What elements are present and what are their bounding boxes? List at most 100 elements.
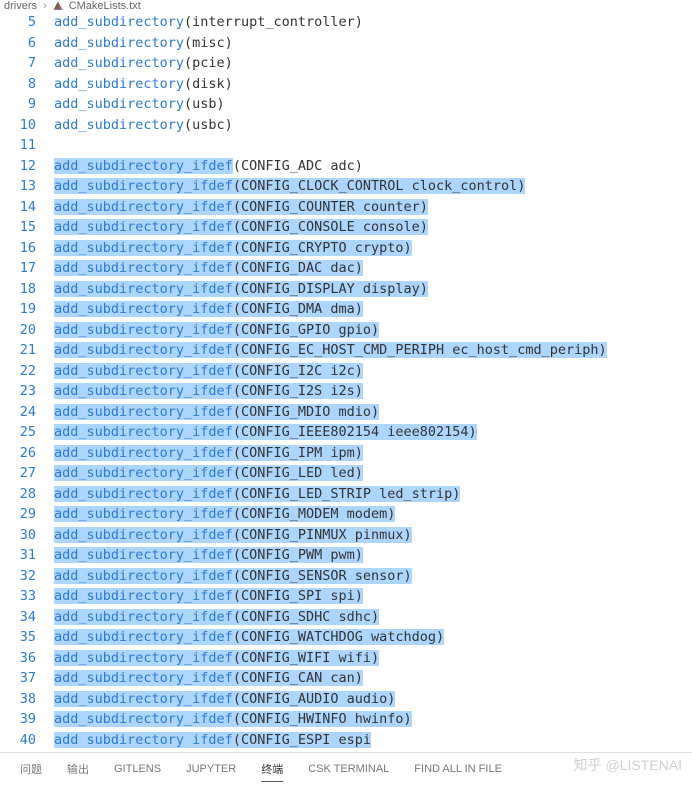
line-number: 39	[0, 711, 54, 727]
panel-tab[interactable]: JUPYTER	[176, 757, 246, 781]
line-number: 5	[0, 14, 54, 30]
code-args: (CONFIG_DMA dma)	[233, 301, 363, 317]
code-line[interactable]: 31add_subdirectory_ifdef(CONFIG_PWM pwm)	[0, 545, 692, 566]
code-line[interactable]: 28add_subdirectory_ifdef(CONFIG_LED_STRI…	[0, 484, 692, 505]
code-line[interactable]: 38add_subdirectory_ifdef(CONFIG_AUDIO au…	[0, 689, 692, 710]
code-content[interactable]: add_subdirectory_ifdef(CONFIG_CLOCK_CONT…	[54, 178, 692, 194]
code-line[interactable]: 33add_subdirectory_ifdef(CONFIG_SPI spi)	[0, 586, 692, 607]
code-line[interactable]: 8add_subdirectory(disk)	[0, 74, 692, 95]
code-content[interactable]: add_subdirectory_ifdef(CONFIG_DMA dma)	[54, 301, 692, 317]
code-line[interactable]: 11	[0, 135, 692, 156]
code-line[interactable]: 30add_subdirectory_ifdef(CONFIG_PINMUX p…	[0, 525, 692, 546]
code-line[interactable]: 18add_subdirectory_ifdef(CONFIG_DISPLAY …	[0, 279, 692, 300]
code-content[interactable]: add_subdirectory_ifdef(CONFIG_CRYPTO cry…	[54, 240, 692, 256]
code-line[interactable]: 40add subdirectory ifdef(CONFIG_ESPI esp…	[0, 730, 692, 751]
panel-tab[interactable]: FIND ALL IN FILE	[404, 757, 512, 781]
code-content[interactable]: add_subdirectory_ifdef(CONFIG_HWINFO hwi…	[54, 711, 692, 727]
breadcrumb-folder[interactable]: drivers	[4, 0, 37, 12]
code-line[interactable]: 9add_subdirectory(usb)	[0, 94, 692, 115]
code-line[interactable]: 23add_subdirectory_ifdef(CONFIG_I2S i2s)	[0, 381, 692, 402]
code-content[interactable]: add_subdirectory_ifdef(CONFIG_MDIO mdio)	[54, 404, 692, 420]
code-line[interactable]: 26add_subdirectory_ifdef(CONFIG_IPM ipm)	[0, 443, 692, 464]
line-number: 9	[0, 96, 54, 112]
code-line[interactable]: 34add_subdirectory_ifdef(CONFIG_SDHC sdh…	[0, 607, 692, 628]
code-line[interactable]: 5add_subdirectory(interrupt_controller)	[0, 12, 692, 33]
code-editor[interactable]: 5add_subdirectory(interrupt_controller)6…	[0, 12, 692, 750]
code-line[interactable]: 25add_subdirectory_ifdef(CONFIG_IEEE8021…	[0, 422, 692, 443]
code-line[interactable]: 19add_subdirectory_ifdef(CONFIG_DMA dma)	[0, 299, 692, 320]
line-number: 37	[0, 670, 54, 686]
code-args: (CONFIG_PINMUX pinmux)	[233, 527, 412, 543]
code-content[interactable]: add_subdirectory(usb)	[54, 96, 692, 112]
code-content[interactable]: add_subdirectory_ifdef(CONFIG_PWM pwm)	[54, 547, 692, 563]
code-line[interactable]: 24add_subdirectory_ifdef(CONFIG_MDIO mdi…	[0, 402, 692, 423]
code-content[interactable]: add_subdirectory_ifdef(CONFIG_I2C i2c)	[54, 363, 692, 379]
code-line[interactable]: 6add_subdirectory(misc)	[0, 33, 692, 54]
code-line[interactable]: 22add_subdirectory_ifdef(CONFIG_I2C i2c)	[0, 361, 692, 382]
code-content[interactable]: add_subdirectory_ifdef(CONFIG_LED led)	[54, 465, 692, 481]
code-content[interactable]: add_subdirectory_ifdef(CONFIG_SDHC sdhc)	[54, 609, 692, 625]
code-content[interactable]: add_subdirectory_ifdef(CONFIG_CAN can)	[54, 670, 692, 686]
code-line[interactable]: 37add_subdirectory_ifdef(CONFIG_CAN can)	[0, 668, 692, 689]
code-content[interactable]: add_subdirectory_ifdef(CONFIG_SENSOR sen…	[54, 568, 692, 584]
panel-tab[interactable]: 输出	[57, 755, 99, 783]
breadcrumb-file[interactable]: CMakeLists.txt	[69, 0, 141, 12]
code-content[interactable]: add_subdirectory_ifdef(CONFIG_WATCHDOG w…	[54, 629, 692, 645]
code-line[interactable]: 7add_subdirectory(pcie)	[0, 53, 692, 74]
code-content[interactable]: add_subdirectory_ifdef(CONFIG_EC_HOST_CM…	[54, 342, 692, 358]
code-content[interactable]: add_subdirectory_ifdef(CONFIG_PINMUX pin…	[54, 527, 692, 543]
code-args: (CONFIG_HWINFO hwinfo)	[233, 711, 412, 727]
code-line[interactable]: 20add_subdirectory_ifdef(CONFIG_GPIO gpi…	[0, 320, 692, 341]
code-content[interactable]: add subdirectory ifdef(CONFIG_ESPI espi	[54, 732, 692, 748]
code-function: add_subdirectory_ifdef	[54, 670, 233, 686]
code-content[interactable]: add_subdirectory_ifdef(CONFIG_GPIO gpio)	[54, 322, 692, 338]
code-line[interactable]: 21add_subdirectory_ifdef(CONFIG_EC_HOST_…	[0, 340, 692, 361]
code-line[interactable]: 36add_subdirectory_ifdef(CONFIG_WIFI wif…	[0, 648, 692, 669]
code-content[interactable]: add_subdirectory_ifdef(CONFIG_SPI spi)	[54, 588, 692, 604]
line-number: 15	[0, 219, 54, 235]
panel-tab[interactable]: CSK TERMINAL	[298, 757, 399, 781]
code-line[interactable]: 17add_subdirectory_ifdef(CONFIG_DAC dac)	[0, 258, 692, 279]
code-line[interactable]: 10add_subdirectory(usbc)	[0, 115, 692, 136]
code-content[interactable]: add_subdirectory_ifdef(CONFIG_I2S i2s)	[54, 383, 692, 399]
code-line[interactable]: 39add_subdirectory_ifdef(CONFIG_HWINFO h…	[0, 709, 692, 730]
panel-tab[interactable]: 问题	[10, 755, 52, 783]
code-content[interactable]: add_subdirectory_ifdef(CONFIG_LED_STRIP …	[54, 486, 692, 502]
code-line[interactable]: 12add_subdirectory_ifdef(CONFIG_ADC adc)	[0, 156, 692, 177]
code-content[interactable]: add_subdirectory(disk)	[54, 76, 692, 92]
line-number: 29	[0, 506, 54, 522]
code-line[interactable]: 35add_subdirectory_ifdef(CONFIG_WATCHDOG…	[0, 627, 692, 648]
code-content[interactable]: add_subdirectory(pcie)	[54, 55, 692, 71]
code-content[interactable]: add_subdirectory_ifdef(CONFIG_COUNTER co…	[54, 199, 692, 215]
code-content[interactable]: add_subdirectory_ifdef(CONFIG_CONSOLE co…	[54, 219, 692, 235]
code-content[interactable]: add_subdirectory_ifdef(CONFIG_WIFI wifi)	[54, 650, 692, 666]
code-content[interactable]: add_subdirectory_ifdef(CONFIG_MODEM mode…	[54, 506, 692, 522]
code-content[interactable]: add_subdirectory_ifdef(CONFIG_ADC adc)	[54, 158, 692, 174]
code-args: (CONFIG_SENSOR sensor)	[233, 568, 412, 584]
code-content[interactable]: add_subdirectory_ifdef(CONFIG_AUDIO audi…	[54, 691, 692, 707]
code-content[interactable]: add_subdirectory_ifdef(CONFIG_DISPLAY di…	[54, 281, 692, 297]
code-args: (CONFIG_AUDIO audio)	[233, 691, 396, 707]
code-content[interactable]: add_subdirectory_ifdef(CONFIG_IEEE802154…	[54, 424, 692, 440]
panel-tab[interactable]: GITLENS	[104, 757, 171, 781]
code-function: add_subdirectory_ifdef	[54, 465, 233, 481]
code-line[interactable]: 13add_subdirectory_ifdef(CONFIG_CLOCK_CO…	[0, 176, 692, 197]
code-function: add_subdirectory	[54, 76, 184, 92]
code-content[interactable]: add_subdirectory(usbc)	[54, 117, 692, 133]
line-number: 28	[0, 486, 54, 502]
panel-tab[interactable]: 终端	[251, 755, 293, 783]
code-line[interactable]: 29add_subdirectory_ifdef(CONFIG_MODEM mo…	[0, 504, 692, 525]
code-line[interactable]: 15add_subdirectory_ifdef(CONFIG_CONSOLE …	[0, 217, 692, 238]
code-args: (CONFIG_CAN can)	[233, 670, 363, 686]
code-content[interactable]: add_subdirectory_ifdef(CONFIG_IPM ipm)	[54, 445, 692, 461]
line-number: 10	[0, 117, 54, 133]
code-line[interactable]: 32add_subdirectory_ifdef(CONFIG_SENSOR s…	[0, 566, 692, 587]
code-function: add_subdirectory_ifdef	[54, 301, 233, 317]
code-content[interactable]: add_subdirectory_ifdef(CONFIG_DAC dac)	[54, 260, 692, 276]
code-line[interactable]: 16add_subdirectory_ifdef(CONFIG_CRYPTO c…	[0, 238, 692, 259]
code-line[interactable]: 14add_subdirectory_ifdef(CONFIG_COUNTER …	[0, 197, 692, 218]
code-content[interactable]: add_subdirectory(misc)	[54, 35, 692, 51]
code-args: (CONFIG_WATCHDOG watchdog)	[233, 629, 444, 645]
code-content[interactable]: add_subdirectory(interrupt_controller)	[54, 14, 692, 30]
code-line[interactable]: 27add_subdirectory_ifdef(CONFIG_LED led)	[0, 463, 692, 484]
